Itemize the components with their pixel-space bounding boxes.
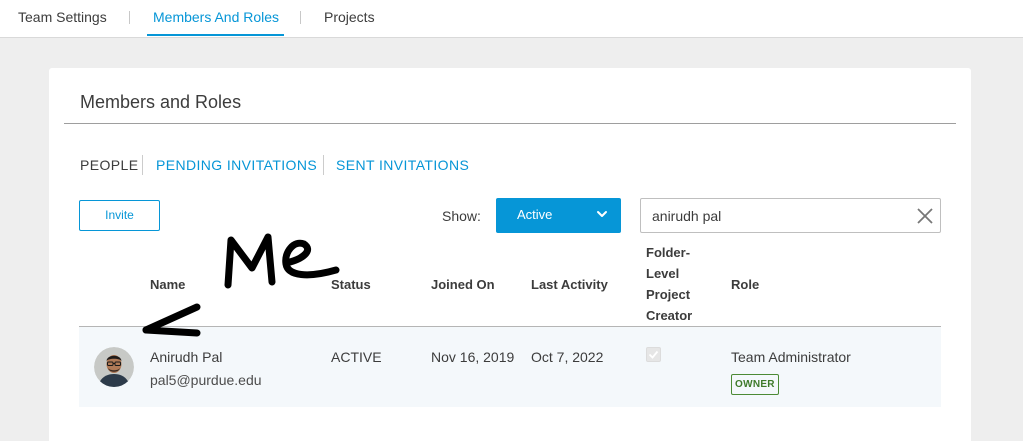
member-role: Team Administrator xyxy=(731,349,851,365)
table-row[interactable]: Anirudh Pal pal5@purdue.edu ACTIVE Nov 1… xyxy=(79,327,941,407)
invite-button[interactable]: Invite xyxy=(79,200,160,231)
chevron-down-icon xyxy=(597,211,607,217)
nav-separator xyxy=(129,11,130,24)
column-header-name[interactable]: Name xyxy=(150,277,185,292)
nav-separator xyxy=(300,11,301,24)
folder-creator-checkbox[interactable] xyxy=(646,347,661,362)
member-last-activity: Oct 7, 2022 xyxy=(531,349,604,365)
show-label: Show: xyxy=(442,208,481,224)
tab-members-and-roles[interactable]: Members And Roles xyxy=(153,0,279,38)
search-input[interactable] xyxy=(652,206,902,226)
title-divider xyxy=(64,123,956,124)
owner-badge: OWNER xyxy=(731,374,779,395)
close-icon[interactable] xyxy=(916,207,934,225)
avatar xyxy=(94,347,134,387)
column-header-role[interactable]: Role xyxy=(731,277,759,292)
active-tab-indicator xyxy=(147,34,284,36)
tab-projects[interactable]: Projects xyxy=(324,0,375,38)
page-title: Members and Roles xyxy=(80,92,242,112)
column-header-folder-creator[interactable]: Folder-Level Project Creator xyxy=(646,242,706,326)
top-navigation: Team Settings Members And Roles Projects xyxy=(0,0,1023,38)
search-box xyxy=(640,198,941,233)
status-filter-dropdown[interactable]: Active xyxy=(496,198,621,233)
subtab-sent-invitations[interactable]: SENT INVITATIONS xyxy=(336,157,469,173)
subtab-pending-invitations[interactable]: PENDING INVITATIONS xyxy=(156,157,317,173)
member-email: pal5@purdue.edu xyxy=(150,372,262,388)
column-header-joined-on[interactable]: Joined On xyxy=(431,277,495,292)
subtab-separator xyxy=(142,155,143,175)
members-card: Members and Roles PEOPLE PENDING INVITAT… xyxy=(49,68,971,441)
status-filter-value: Active xyxy=(517,207,553,222)
member-status: ACTIVE xyxy=(331,349,382,365)
checkmark-icon xyxy=(648,350,659,359)
member-joined-on: Nov 16, 2019 xyxy=(431,349,515,365)
member-name: Anirudh Pal xyxy=(150,349,223,365)
column-header-last-activity[interactable]: Last Activity xyxy=(531,277,608,292)
tab-team-settings[interactable]: Team Settings xyxy=(18,0,107,38)
subtab-people[interactable]: PEOPLE xyxy=(80,157,138,173)
subtab-separator xyxy=(323,155,324,175)
column-header-status[interactable]: Status xyxy=(331,277,371,292)
